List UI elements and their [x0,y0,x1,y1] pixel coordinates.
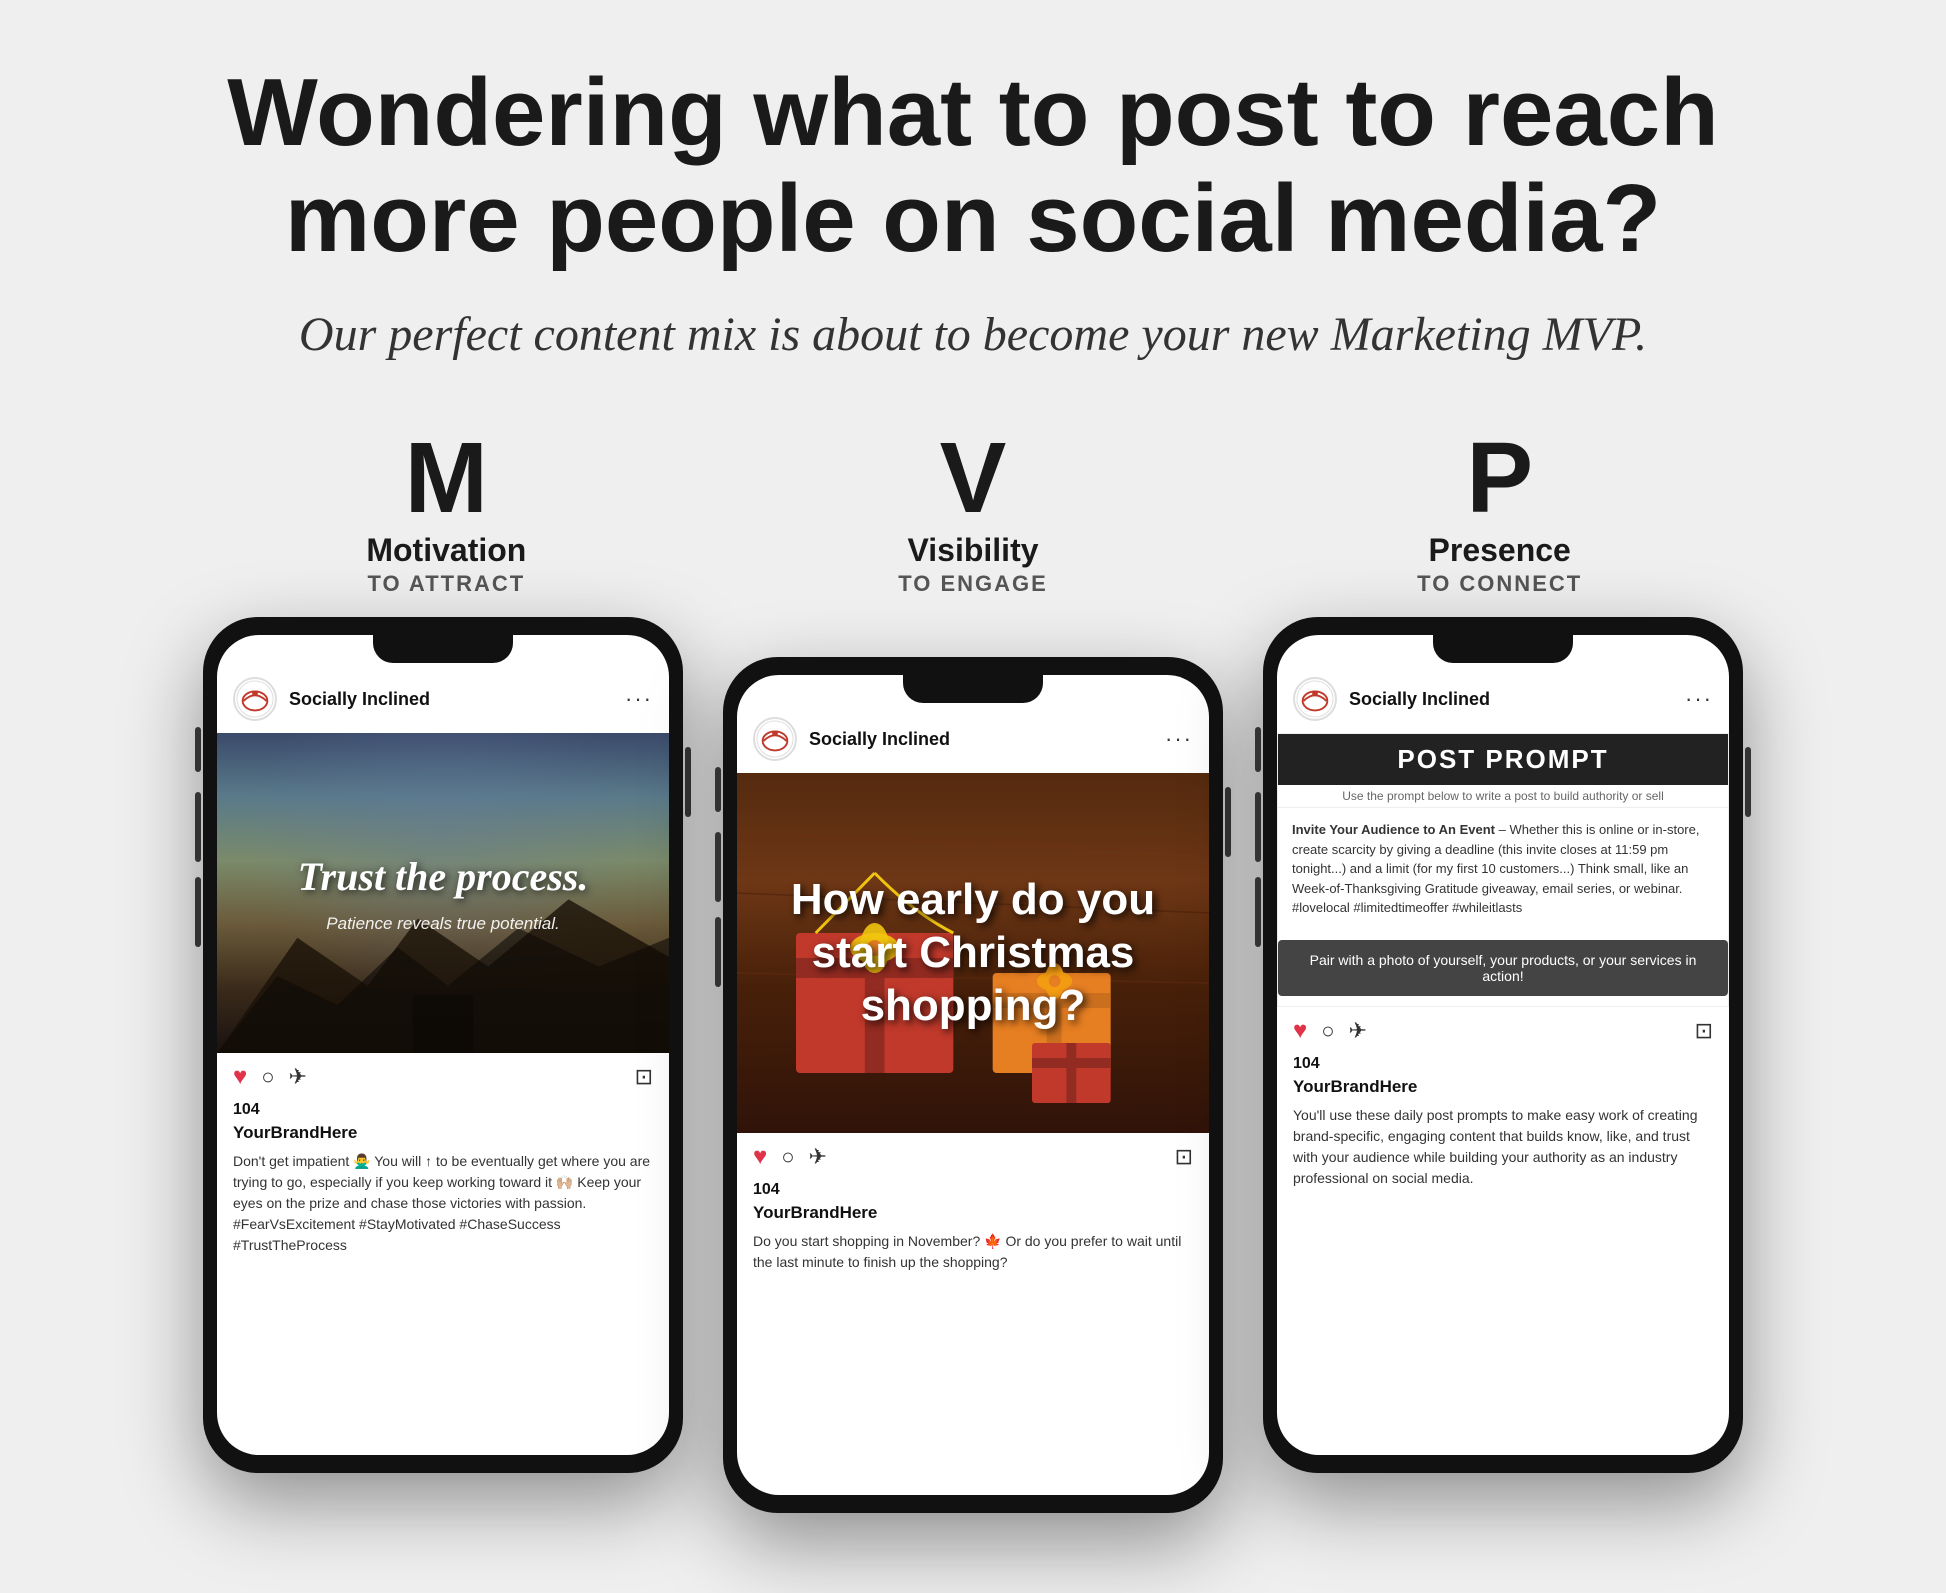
brand-right: YourBrandHere [1277,1073,1729,1101]
username-center: Socially Inclined [809,729,1165,750]
vol-up-left [195,792,201,862]
dots-right: ··· [1685,686,1713,712]
subtitle: Our perfect content mix is about to beco… [299,301,1647,368]
brand-center: YourBrandHere [737,1199,1209,1227]
save-icon-center[interactable]: ⊡ [1175,1144,1193,1170]
actions-center[interactable]: ♥ ○ ✈ ⊡ [737,1133,1209,1181]
phone-notch-center [903,675,1043,703]
phone-notch-left [373,635,513,663]
mvp-labels: M Motivation TO ATTRACT V Visibility TO … [123,428,1823,597]
avatar-center [753,717,797,761]
mvp-letter-p: P [1466,428,1533,528]
mvp-sub-p: TO CONNECT [1417,571,1582,597]
dots-center: ··· [1165,726,1193,752]
likes-center: 104 [737,1181,1209,1199]
trust-main-text: Trust the process. [298,853,589,900]
mvp-item-p: P Presence TO CONNECT [1236,428,1763,597]
power-button-right [1745,747,1751,817]
main-headline: Wondering what to post to reach more peo… [123,60,1823,271]
save-icon-left[interactable]: ⊡ [635,1064,653,1090]
insta-header-right: Socially Inclined ··· [1277,665,1729,733]
trust-sub-text: Patience reveals true potential. [298,914,589,934]
mvp-sub-v: TO ENGAGE [898,571,1048,597]
post-image-christmas: How early do you start Christmas shoppin… [737,773,1209,1133]
likes-left: 104 [217,1101,669,1119]
caption-right: You'll use these daily post prompts to m… [1277,1101,1729,1205]
mvp-item-v: V Visibility TO ENGAGE [710,428,1237,597]
mvp-sub-m: TO ATTRACT [367,571,525,597]
mvp-word-p: Presence [1429,532,1571,569]
save-icon-right[interactable]: ⊡ [1695,1018,1713,1044]
username-right: Socially Inclined [1349,689,1685,710]
post-prompt-body: Invite Your Audience to An Event – Wheth… [1278,808,1728,930]
share-icon-center[interactable]: ✈ [809,1144,827,1170]
vol-up-center [715,832,721,902]
brand-left: YourBrandHere [217,1119,669,1147]
phone-screen-left: Socially Inclined ··· Trust the process.… [217,635,669,1455]
insta-header-left: Socially Inclined ··· [217,665,669,733]
power-button-center [1225,787,1231,857]
comment-icon-right[interactable]: ○ [1321,1018,1334,1044]
comment-icon-center[interactable]: ○ [781,1144,794,1170]
actions-right[interactable]: ♥ ○ ✈ ⊡ [1277,1007,1729,1055]
comment-icon-left[interactable]: ○ [261,1064,274,1090]
dots-left: ··· [625,686,653,712]
phone-screen-center: Socially Inclined ··· [737,675,1209,1495]
christmas-text: How early do you start Christmas shoppin… [737,854,1209,1052]
vol-down-center [715,917,721,987]
phones-row: Socially Inclined ··· Trust the process.… [98,617,1848,1513]
phone-visibility: Socially Inclined ··· [723,657,1223,1513]
insta-header-center: Socially Inclined ··· [737,705,1209,773]
vol-down-right [1255,877,1261,947]
vol-down-left [195,877,201,947]
username-left: Socially Inclined [289,689,625,710]
caption-left: Don't get impatient 🙅‍♂️ You will ↑ to b… [217,1147,669,1272]
share-icon-right[interactable]: ✈ [1349,1018,1367,1044]
caption-center: Do you start shopping in November? 🍁 Or … [737,1227,1209,1289]
mvp-word-v: Visibility [908,532,1039,569]
page-container: Wondering what to post to reach more peo… [0,0,1946,1593]
christmas-headline: How early do you start Christmas shoppin… [757,874,1189,1032]
mvp-letter-v: V [940,428,1007,528]
mvp-item-m: M Motivation TO ATTRACT [183,428,710,597]
post-prompt-card: POST PROMPT Use the prompt below to writ… [1277,733,1729,1007]
mute-button-right [1255,727,1261,772]
prompt-cta: Pair with a photo of yourself, your prod… [1278,940,1728,996]
avatar-right [1293,677,1337,721]
vol-up-right [1255,792,1261,862]
phone-presence: Socially Inclined ··· POST PROMPT Use th… [1263,617,1743,1473]
prompt-title: Invite Your Audience to An Event [1292,822,1495,837]
mvp-word-m: Motivation [366,532,526,569]
post-prompt-header: POST PROMPT [1278,734,1728,785]
trust-text-overlay: Trust the process. Patience reveals true… [298,853,589,934]
share-icon-left[interactable]: ✈ [289,1064,307,1090]
phone-notch-right [1433,635,1573,663]
mute-button-center [715,767,721,812]
actions-left[interactable]: ♥ ○ ✈ ⊡ [217,1053,669,1101]
phone-screen-right: Socially Inclined ··· POST PROMPT Use th… [1277,635,1729,1455]
heart-icon-right[interactable]: ♥ [1293,1017,1307,1045]
phone-motivation: Socially Inclined ··· Trust the process.… [203,617,683,1473]
mvp-letter-m: M [405,428,488,528]
likes-right: 104 [1277,1055,1729,1073]
post-prompt-subheader: Use the prompt below to write a post to … [1278,785,1728,808]
post-image-trust: Trust the process. Patience reveals true… [217,733,669,1053]
mute-button-left [195,727,201,772]
heart-icon-center[interactable]: ♥ [753,1143,767,1171]
power-button-left [685,747,691,817]
avatar-left [233,677,277,721]
heart-icon-left[interactable]: ♥ [233,1063,247,1091]
